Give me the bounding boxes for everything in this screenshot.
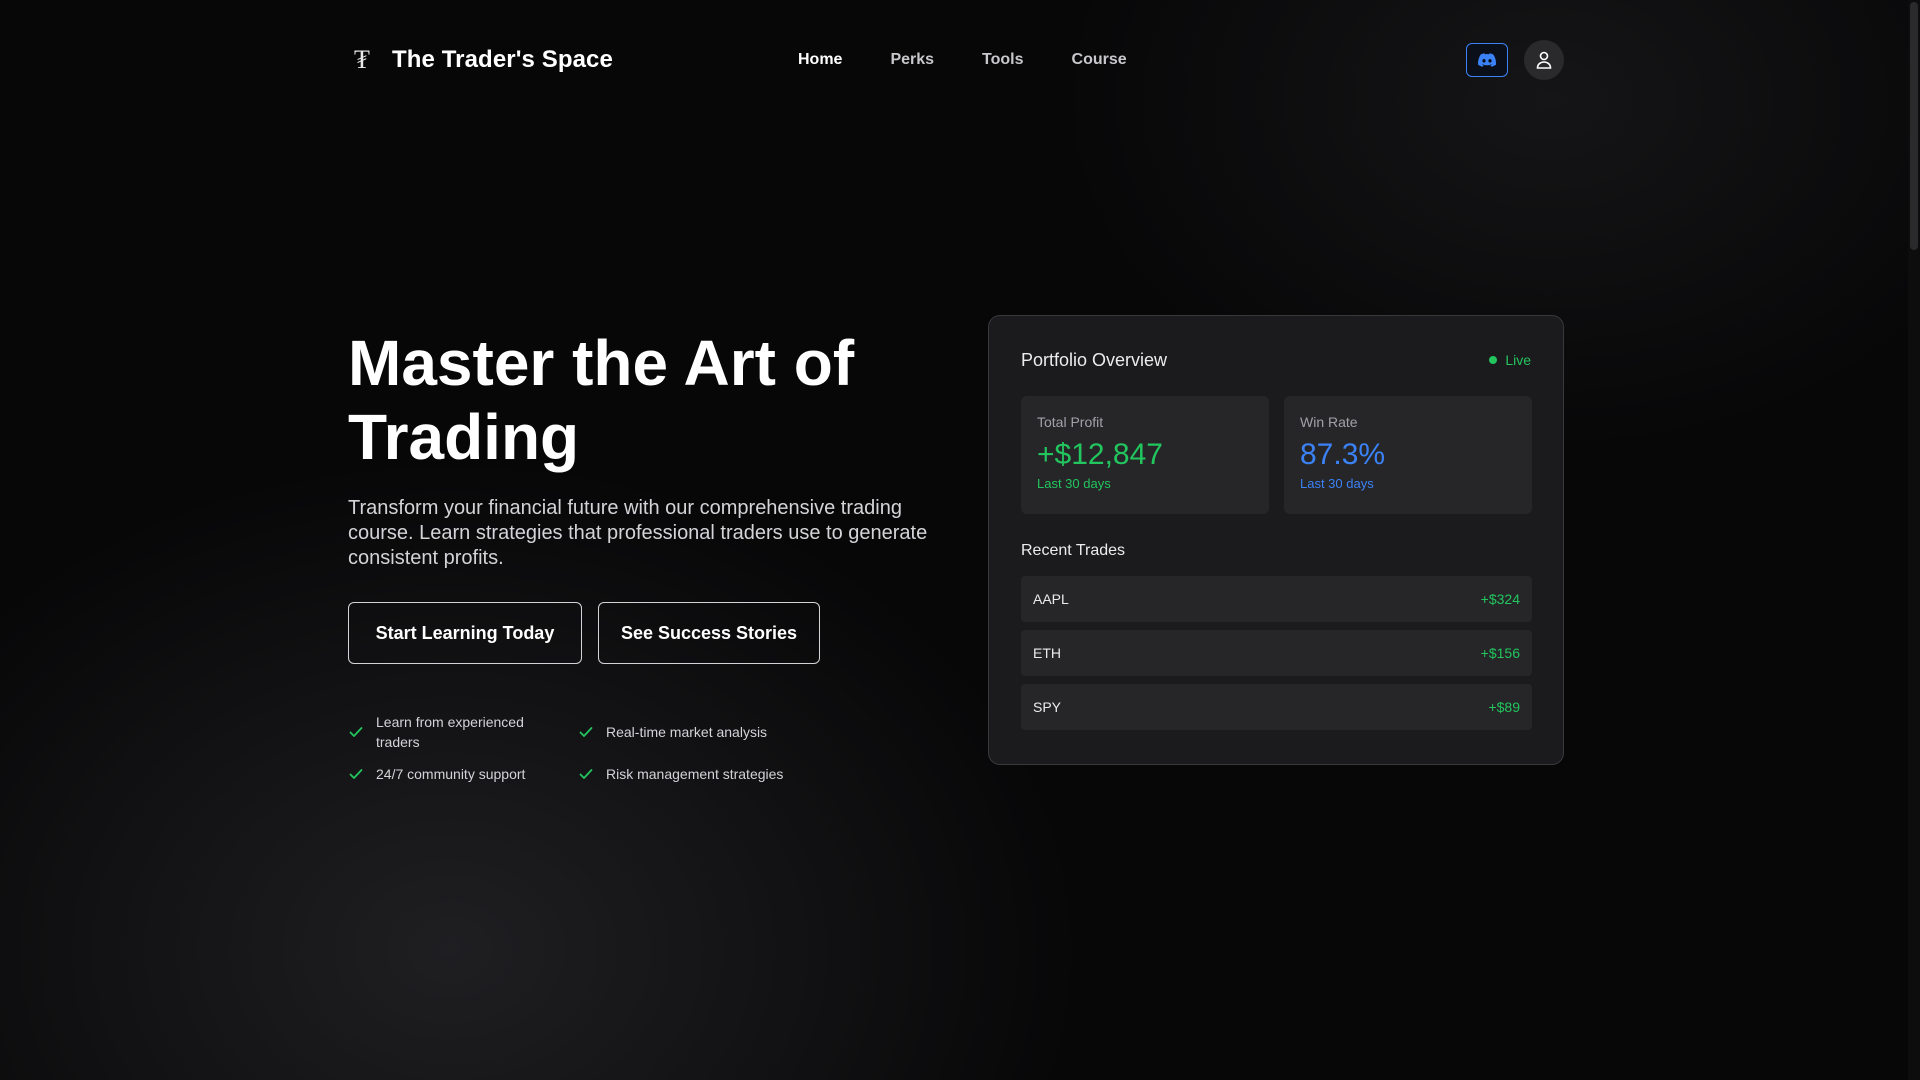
trade-pnl: +$156: [1480, 645, 1520, 661]
trade-pnl: +$89: [1488, 699, 1520, 715]
cta-row: Start Learning Today See Success Stories: [348, 602, 820, 664]
brand-link[interactable]: ₮ The Trader's Space: [348, 46, 613, 74]
feature-item: Risk management strategies: [578, 764, 808, 784]
total-profit-stat: Total Profit +$12,847 Last 30 days: [1021, 396, 1269, 514]
stat-value: 87.3%: [1300, 438, 1386, 471]
check-icon: [349, 769, 363, 779]
feature-text: Learn from experienced traders: [376, 714, 524, 750]
stat-period: Last 30 days: [1037, 476, 1111, 491]
stat-value: +$12,847: [1037, 438, 1163, 471]
stat-label: Win Rate: [1300, 414, 1358, 430]
feature-item: Real-time market analysis: [578, 712, 808, 752]
feature-text: Risk management strategies: [606, 766, 784, 782]
live-dot-icon: [1489, 356, 1498, 364]
trade-pnl: +$324: [1480, 591, 1520, 607]
feature-item: 24/7 community support: [348, 764, 578, 784]
check-icon: [579, 769, 593, 779]
feature-text: 24/7 community support: [376, 766, 526, 782]
portfolio-overview-card: Portfolio Overview Live Total Profit +$1…: [988, 315, 1564, 765]
trade-row[interactable]: ETH +$156: [1021, 630, 1532, 676]
user-account-button[interactable]: [1524, 40, 1564, 80]
trade-symbol: SPY: [1033, 699, 1062, 715]
brand-logo-icon: ₮: [354, 45, 370, 75]
trade-symbol: AAPL: [1033, 591, 1069, 607]
recent-trades-heading: Recent Trades: [1021, 542, 1126, 559]
discord-icon: [1478, 53, 1496, 67]
brand-name: The Trader's Space: [392, 46, 613, 73]
nav-link-course[interactable]: Course: [1072, 51, 1127, 69]
card-title: Portfolio Overview: [1021, 350, 1168, 370]
top-navbar: ₮ The Trader's Space Home Perks Tools Co…: [348, 40, 1564, 80]
win-rate-stat: Win Rate 87.3% Last 30 days: [1284, 396, 1532, 514]
feature-list: Learn from experienced traders Real-time…: [348, 712, 808, 784]
hero-title: Master the Art of Trading: [348, 327, 855, 473]
nav-link-tools[interactable]: Tools: [982, 51, 1023, 69]
discord-button[interactable]: [1466, 43, 1508, 77]
hero-description: Transform your financial future with our…: [348, 497, 928, 569]
feature-text: Real-time market analysis: [606, 724, 768, 740]
nav-link-home[interactable]: Home: [798, 51, 842, 69]
user-icon: [1536, 51, 1552, 69]
recent-trades-list: AAPL +$324 ETH +$156 SPY +$89: [1021, 576, 1532, 730]
live-status-text: Live: [1505, 352, 1531, 368]
trade-row[interactable]: SPY +$89: [1021, 684, 1532, 730]
check-icon: [579, 727, 593, 737]
stat-label: Total Profit: [1037, 414, 1104, 430]
page-scrollbar[interactable]: [1908, 0, 1920, 1080]
check-icon: [349, 727, 363, 737]
success-stories-button[interactable]: See Success Stories: [598, 602, 820, 664]
trade-row[interactable]: AAPL +$324: [1021, 576, 1532, 622]
stat-period: Last 30 days: [1300, 476, 1374, 491]
scrollbar-thumb[interactable]: [1910, 2, 1918, 250]
nav-link-perks[interactable]: Perks: [890, 51, 934, 69]
feature-item: Learn from experienced traders: [348, 712, 578, 752]
start-learning-button[interactable]: Start Learning Today: [348, 602, 582, 664]
trade-symbol: ETH: [1033, 645, 1061, 661]
nav-links: Home Perks Tools Course: [798, 40, 1127, 80]
nav-actions: [1466, 40, 1564, 80]
live-status-badge: Live: [1489, 352, 1531, 368]
